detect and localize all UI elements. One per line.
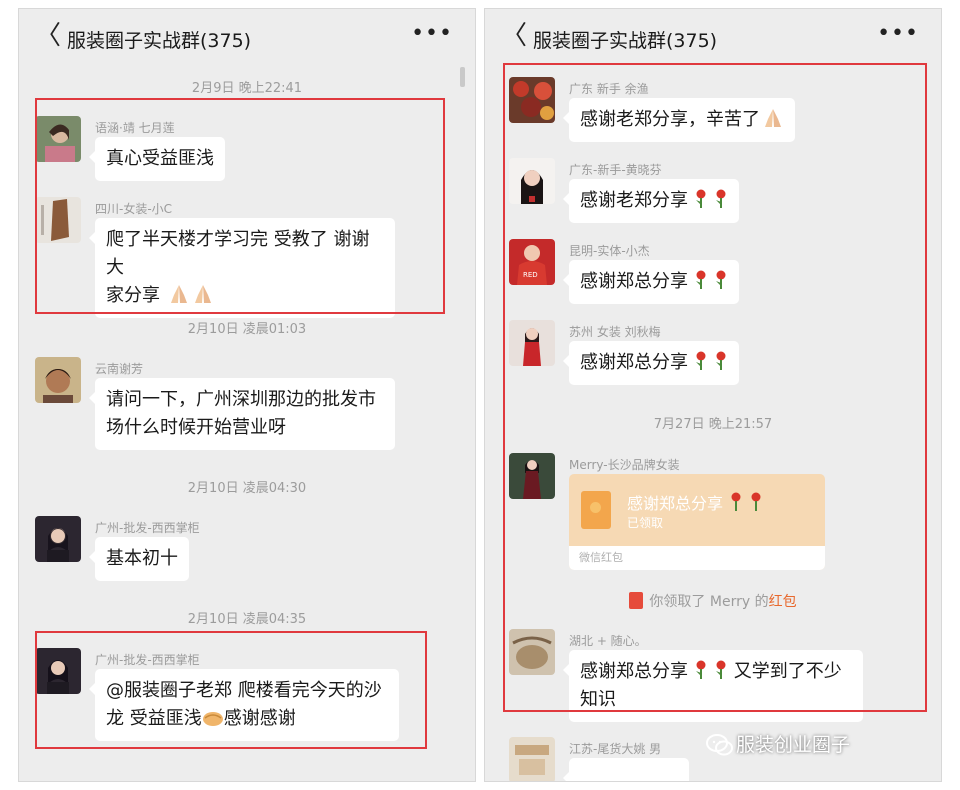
back-button[interactable]: 〈 xyxy=(35,23,61,49)
chat-title: 服装圈子实战群(375) xyxy=(67,30,252,52)
back-button[interactable]: 〈 xyxy=(501,23,527,49)
avatar[interactable] xyxy=(509,737,555,781)
highlight-box xyxy=(35,98,445,314)
chat-title: 服装圈子实战群(375) xyxy=(533,30,718,52)
highlight-box xyxy=(35,631,427,749)
highlight-box xyxy=(503,63,927,712)
avatar[interactable] xyxy=(35,516,81,562)
chat-screen-right: 〈 服装圈子实战群(375) ••• 广东 新手 余渔 感谢老郑分享，辛苦了 广… xyxy=(484,8,942,782)
more-menu-button[interactable]: ••• xyxy=(877,21,919,46)
message-bubble[interactable]: 请问一下，广州深圳那边的批发市 场什么时候开始营业呀 xyxy=(89,378,395,450)
timestamp: 2月10日 凌晨04:35 xyxy=(187,612,307,627)
wechat-logo-icon xyxy=(706,734,733,756)
sender-name: 云南谢芳 xyxy=(95,362,144,376)
avatar[interactable] xyxy=(35,357,81,403)
timestamp: 2月9日 晚上22:41 xyxy=(191,81,303,96)
message-text: 场什么时候开始营业呀 xyxy=(106,417,286,438)
message-bubble[interactable]: 基本初十 xyxy=(89,537,189,581)
more-menu-button[interactable]: ••• xyxy=(411,21,453,46)
watermark-text: 服装创业圈子 xyxy=(736,734,851,756)
chat-header: 〈 服装圈子实战群(375) ••• xyxy=(485,9,941,65)
sender-name: 广州-批发-西西掌柜 xyxy=(95,521,200,535)
chat-header: 〈 服装圈子实战群(375) ••• xyxy=(19,9,475,65)
chat-screen-left: 〈 服装圈子实战群(375) ••• 2月9日 晚上22:41 语涵·靖 七月莲… xyxy=(18,8,476,782)
timestamp: 2月10日 凌晨01:03 xyxy=(187,322,307,337)
timestamp: 2月10日 凌晨04:30 xyxy=(187,481,307,496)
message-bubble[interactable] xyxy=(563,758,689,781)
message-text: 基本初十 xyxy=(106,548,178,569)
message-text: 请问一下，广州深圳那边的批发市 xyxy=(106,389,376,410)
sender-name: 江苏-尾货大姚 男 xyxy=(569,742,662,756)
